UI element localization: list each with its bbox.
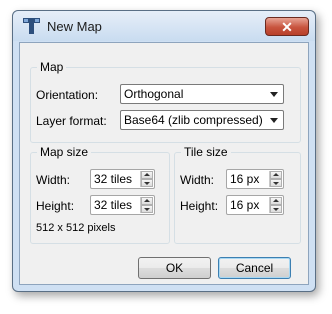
map-width-value: 32 tiles (94, 172, 133, 186)
dialog-title: New Map (47, 19, 102, 34)
spin-down-icon[interactable] (141, 179, 153, 187)
spin-up-icon[interactable] (270, 171, 282, 179)
layer-format-label: Layer format: (36, 114, 107, 128)
layer-format-value: Base64 (zlib compressed) (124, 113, 263, 127)
map-group-title: Map (37, 60, 67, 74)
spin-down-icon[interactable] (270, 179, 282, 187)
map-width-label: Width: (36, 173, 71, 187)
close-icon: ✕ (281, 19, 293, 35)
spin-arrows (269, 197, 282, 213)
map-size-group: Map size Width: 32 tiles Height: 32 tile… (30, 145, 170, 244)
orientation-value: Orthogonal (124, 87, 184, 101)
spin-up-icon[interactable] (270, 197, 282, 205)
title-bar[interactable]: New Map ✕ (13, 11, 315, 41)
tile-width-value: 16 px (230, 172, 260, 186)
orientation-label: Orientation: (36, 88, 99, 102)
cancel-button[interactable]: Cancel (218, 257, 291, 279)
spin-down-icon[interactable] (141, 205, 153, 213)
spin-arrows (140, 197, 153, 213)
tile-width-label: Width: (180, 173, 215, 187)
orientation-select[interactable]: Orthogonal (120, 84, 284, 104)
map-width-spinbox[interactable]: 32 tiles (90, 169, 155, 189)
layer-format-select[interactable]: Base64 (zlib compressed) (120, 110, 284, 130)
tile-height-spinbox[interactable]: 16 px (226, 195, 284, 215)
chevron-down-icon (270, 92, 278, 97)
spin-arrows (269, 171, 282, 187)
chevron-down-icon (270, 118, 278, 123)
spin-up-icon[interactable] (141, 197, 153, 205)
spin-arrows (140, 171, 153, 187)
map-height-value: 32 tiles (94, 198, 133, 212)
spin-up-icon[interactable] (141, 171, 153, 179)
dialog-body: Map Orientation: Orthogonal Layer format… (19, 42, 309, 285)
tile-size-group: Tile size Width: 16 px Height: 16 px (174, 145, 301, 244)
spin-down-icon[interactable] (270, 205, 282, 213)
map-group: Map Orientation: Orthogonal Layer format… (30, 60, 301, 143)
tile-size-group-title: Tile size (181, 145, 231, 159)
close-button[interactable]: ✕ (265, 17, 309, 36)
tile-width-spinbox[interactable]: 16 px (226, 169, 284, 189)
new-map-dialog: New Map ✕ Map Orientation: Orthogonal La… (12, 10, 316, 292)
tile-height-label: Height: (180, 199, 219, 213)
tiled-app-icon (23, 18, 40, 34)
ok-button[interactable]: OK (138, 257, 211, 279)
tile-height-value: 16 px (230, 198, 260, 212)
map-pixel-size-info: 512 x 512 pixels (36, 222, 116, 234)
map-size-group-title: Map size (37, 145, 92, 159)
map-height-spinbox[interactable]: 32 tiles (90, 195, 155, 215)
map-height-label: Height: (36, 199, 75, 213)
